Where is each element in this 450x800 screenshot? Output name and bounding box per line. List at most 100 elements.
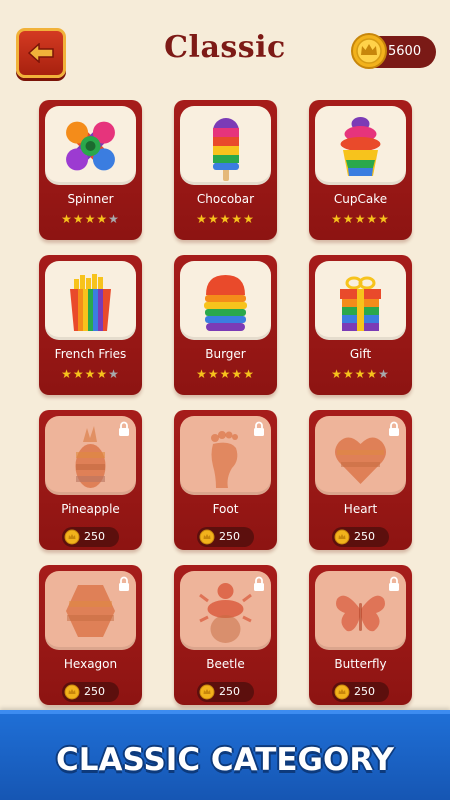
level-card-spinner[interactable]: Spinner ★★★★★ [39,100,142,240]
star-rating: ★★★★★ [309,367,412,381]
level-thumbnail [45,416,136,495]
star-icon: ★ [243,367,255,381]
star-icon: ★ [342,212,355,226]
level-thumbnail [180,106,271,185]
lock-icon [254,421,264,436]
level-name: Heart [343,502,378,516]
level-name: Burger [205,347,246,361]
price-value: 250 [219,530,240,543]
star-icon: ★ [96,367,109,381]
level-card-burger[interactable]: Burger ★★★★★ [174,255,277,395]
gift-icon [340,276,381,331]
price-value: 250 [84,530,105,543]
star-rating: ★★★★★ [39,367,142,381]
star-icon: ★ [354,367,367,381]
star-icon: ★ [366,367,379,381]
star-empty-icon: ★ [108,367,120,381]
star-icon: ★ [196,367,208,381]
star-icon: ★ [331,212,343,226]
star-icon: ★ [196,212,208,226]
star-rating: ★★★★★ [39,212,142,226]
price-value: 250 [354,685,375,698]
star-icon: ★ [331,367,343,381]
burger-icon [204,275,247,331]
lock-icon [389,421,399,436]
unlock-price: 250 [332,527,389,547]
level-name: Gift [349,347,372,361]
price-value: 250 [219,685,240,698]
level-thumbnail [45,261,136,340]
star-icon: ★ [342,367,355,381]
level-grid: Spinner ★★★★★ Chocobar ★★★★★ CupCake ★★★… [0,0,450,710]
star-empty-icon: ★ [108,212,120,226]
level-name: CupCake [333,192,388,206]
level-thumbnail [180,261,271,340]
level-name: French Fries [54,347,127,361]
level-thumbnail [180,571,271,650]
star-icon: ★ [378,212,390,226]
level-card-butterfly[interactable]: Butterfly 250 [309,565,412,705]
level-card-heart[interactable]: Heart 250 [309,410,412,550]
lock-icon [389,576,399,591]
lock-icon [119,576,129,591]
level-name: Pineapple [61,502,120,516]
coin-icon [334,529,350,545]
level-card-french-fries[interactable]: French Fries ★★★★★ [39,255,142,395]
level-card-hexagon[interactable]: Hexagon 250 [39,565,142,705]
banner-title: CLASSIC CATEGORY [56,742,394,778]
level-thumbnail [315,106,406,185]
coin-icon [199,684,215,700]
level-thumbnail [45,571,136,650]
level-name: Hexagon [63,657,118,671]
star-icon: ★ [207,212,220,226]
level-thumbnail [315,416,406,495]
star-icon: ★ [219,367,232,381]
star-rating: ★★★★★ [174,212,277,226]
lock-icon [254,576,264,591]
star-icon: ★ [354,212,367,226]
star-icon: ★ [366,212,379,226]
level-thumbnail [180,416,271,495]
star-icon: ★ [61,367,73,381]
star-icon: ★ [72,212,85,226]
level-card-chocobar[interactable]: Chocobar ★★★★★ [174,100,277,240]
level-card-foot[interactable]: Foot 250 [174,410,277,550]
level-card-beetle[interactable]: Beetle 250 [174,565,277,705]
star-icon: ★ [219,212,232,226]
star-icon: ★ [72,367,85,381]
level-card-cupcake[interactable]: CupCake ★★★★★ [309,100,412,240]
level-name: Foot [212,502,239,516]
coin-icon [64,684,80,700]
unlock-price: 250 [197,527,254,547]
level-name: Butterfly [334,657,387,671]
price-value: 250 [354,530,375,543]
unlock-price: 250 [62,682,119,702]
level-name: Chocobar [196,192,255,206]
star-icon: ★ [96,212,109,226]
level-card-gift[interactable]: Gift ★★★★★ [309,255,412,395]
star-rating: ★★★★★ [309,212,412,226]
star-icon: ★ [61,212,73,226]
price-value: 250 [84,685,105,698]
level-thumbnail [315,261,406,340]
star-empty-icon: ★ [378,367,390,381]
level-card-pineapple[interactable]: Pineapple 250 [39,410,142,550]
category-banner: CLASSIC CATEGORY [0,710,450,800]
coin-icon [199,529,215,545]
spinner-icon [66,121,115,171]
coin-icon [334,684,350,700]
star-icon: ★ [207,367,220,381]
french-fries-icon [70,274,111,331]
level-name: Spinner [67,192,114,206]
unlock-price: 250 [62,527,119,547]
chocobar-icon [213,118,239,181]
level-name: Beetle [206,657,245,671]
star-icon: ★ [243,212,255,226]
level-thumbnail [45,106,136,185]
cupcake-icon [340,117,381,176]
star-rating: ★★★★★ [174,367,277,381]
unlock-price: 250 [197,682,254,702]
coin-icon [64,529,80,545]
star-icon: ★ [84,212,97,226]
star-icon: ★ [231,367,244,381]
